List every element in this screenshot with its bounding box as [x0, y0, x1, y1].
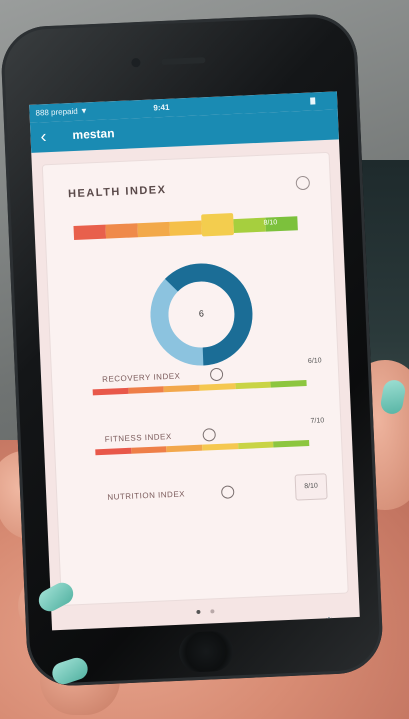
fitness-index-value: 7/10	[310, 417, 325, 425]
nutrition-info-icon[interactable]	[220, 485, 235, 499]
scale-segment	[73, 224, 107, 241]
scale-segment	[105, 223, 139, 239]
scale-segment	[233, 217, 266, 234]
back-icon[interactable]: ‹	[40, 126, 47, 146]
fitness-info-icon[interactable]	[202, 428, 216, 442]
front-camera	[131, 57, 141, 68]
scale-segment	[137, 221, 170, 238]
calendar-icon[interactable]: ▦	[63, 624, 104, 630]
fitness-index-row: FITNESS INDEX 7/10	[95, 417, 325, 456]
settings-icon[interactable]: ⚙	[309, 613, 350, 631]
carrier-label: 888 prepaid ▼	[35, 106, 89, 118]
health-card: HEALTH INDEX 8/10 6 RECOVERY INDEX 6/10 …	[41, 151, 349, 606]
scale-segment	[169, 220, 202, 236]
health-index-title: HEALTH INDEX	[67, 183, 167, 201]
nutrition-index-row: NUTRITION INDEX 8/10	[107, 473, 328, 502]
battery-icon	[310, 97, 316, 105]
home-button[interactable]	[178, 630, 235, 673]
status-time: 9:41	[153, 102, 170, 113]
fitness-index-label: FITNESS INDEX	[104, 431, 172, 444]
recovery-index-value: 6/10	[307, 357, 322, 365]
target-icon[interactable]: ◎	[186, 618, 227, 630]
scale-marker	[201, 213, 235, 237]
nutrition-index-value: 8/10	[294, 473, 328, 501]
recovery-index-label: RECOVERY INDEX	[102, 371, 181, 384]
nutrition-index-label: NUTRITION INDEX	[107, 489, 186, 502]
health-scale-label: 8/10	[263, 219, 278, 227]
recovery-info-icon[interactable]	[209, 367, 224, 382]
earpiece-speaker	[161, 57, 206, 66]
list-icon[interactable]: ▤	[247, 616, 288, 630]
chart-icon[interactable]: ⛰	[124, 621, 165, 631]
info-icon[interactable]	[295, 175, 311, 191]
app-title: mestan	[72, 126, 115, 143]
phone-screen: 888 prepaid ▼ 9:41 ‹ mestan HEALTH INDEX…	[29, 91, 360, 631]
